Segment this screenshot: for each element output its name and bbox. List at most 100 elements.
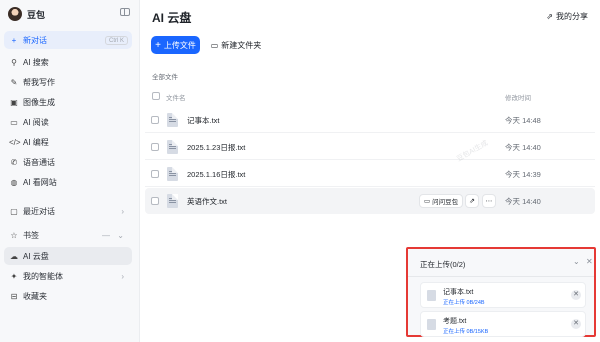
code-icon: </> [9, 137, 21, 147]
upload-file-button[interactable]: + 上传文件 [151, 36, 200, 54]
row-checkbox[interactable] [151, 116, 159, 124]
table-row[interactable]: 英语作文.txt ▭ 问问豆包 ⇗ ⋯ 今天 14:40 [145, 188, 595, 214]
new-chat-button[interactable]: + 新对话 Ctrl K [4, 31, 132, 49]
plus-icon: + [11, 35, 17, 45]
avatar [8, 7, 22, 21]
section-label: 全部文件 [152, 74, 178, 81]
page-title: AI 云盘 [152, 11, 192, 25]
sidebar-item-label: 书签 [23, 230, 39, 240]
sidebar-item-label: 我的智能体 [23, 271, 63, 281]
upload-file-label: 上传文件 [163, 40, 196, 50]
more-icon: ⋯ [485, 198, 493, 205]
row-checkbox[interactable] [151, 197, 159, 205]
search-icon: ⚲ [11, 57, 17, 67]
chat-icon: ▢ [10, 206, 18, 216]
cancel-upload-icon[interactable]: ✕ [571, 319, 581, 329]
sidebar-item-image-gen[interactable]: ▣ 图像生成 [4, 93, 132, 111]
table-row[interactable]: 2025.1.23日报.txt 今天 14:40 [145, 134, 595, 160]
ask-doubao-label: 问问豆包 [432, 199, 459, 206]
txt-file-icon [167, 113, 178, 127]
cancel-upload-icon[interactable]: ✕ [571, 290, 581, 300]
sidebar-item-writing[interactable]: ✎ 帮我写作 [4, 73, 132, 91]
phone-icon: ✆ [10, 157, 18, 167]
table-row[interactable]: 记事本.txt 今天 14:48 [145, 107, 595, 133]
txt-file-icon [167, 167, 178, 181]
chat-bubble-icon: ▭ [424, 198, 431, 205]
txt-file-icon [427, 319, 436, 330]
file-time: 今天 14:40 [505, 143, 541, 152]
upload-status: 正在上传 0B/24B [443, 300, 485, 306]
image-icon: ▣ [10, 97, 18, 107]
book-icon: ▭ [10, 117, 18, 127]
sidebar-item-browse-web[interactable]: ◍ AI 看网站 [4, 173, 132, 191]
file-name: 2025.1.23日报.txt [187, 143, 246, 152]
chevron-right-icon: › [121, 206, 124, 216]
favorites-icon: ⊟ [10, 291, 18, 301]
brand-name: 豆包 [27, 9, 46, 20]
share-icon: ⇗ [469, 198, 475, 205]
new-chat-label: 新对话 [23, 35, 47, 45]
txt-file-icon [167, 194, 178, 208]
cloud-icon: ☁ [10, 251, 18, 261]
column-header-modified[interactable]: 修改时间 [505, 92, 531, 102]
sidebar-item-recent-chats[interactable]: ▢ 最近对话 › [4, 202, 132, 220]
column-header-name[interactable]: 文件名 [166, 92, 186, 102]
share-icon: ⇗ [546, 12, 553, 21]
sparkle-icon: ✦ [10, 271, 18, 281]
upload-panel-header: 正在上传(0/2) ⌄ ✕ [408, 249, 594, 277]
upload-file-name: 记事本.txt [443, 289, 474, 296]
new-folder-label: 新建文件夹 [221, 40, 262, 50]
upload-item: 记事本.txt 正在上传 0B/24B ✕ [420, 282, 586, 308]
table-row[interactable]: 2025.1.16日报.txt 今天 14:39 [145, 161, 595, 187]
sidebar-collapse-icon[interactable] [120, 8, 130, 16]
txt-file-icon [427, 290, 436, 301]
row-checkbox[interactable] [151, 143, 159, 151]
my-shares-label: 我的分享 [556, 12, 588, 21]
sidebar-item-label: 最近对话 [23, 206, 55, 216]
sidebar: 豆包 + 新对话 Ctrl K ⚲ AI 搜索 ✎ 帮我写作 ▣ 图像生成 ▭ … [0, 0, 140, 342]
sidebar-item-ai-search[interactable]: ⚲ AI 搜索 [4, 53, 132, 71]
ask-doubao-button[interactable]: ▭ 问问豆包 [419, 194, 464, 208]
sidebar-item-ai-reading[interactable]: ▭ AI 阅读 [4, 113, 132, 131]
sidebar-item-ai-coding[interactable]: </> AI 编程 [4, 133, 132, 151]
sidebar-item-label: AI 阅读 [23, 117, 49, 127]
brand[interactable]: 豆包 [8, 6, 45, 22]
sidebar-item-label: 帮我写作 [23, 77, 55, 87]
pen-icon: ✎ [10, 77, 18, 87]
sidebar-item-ai-cloud[interactable]: ☁ AI 云盘 [4, 247, 132, 265]
dash-icon: — [102, 230, 110, 240]
file-name: 2025.1.16日报.txt [187, 170, 246, 179]
shortcut-badge: Ctrl K [105, 35, 128, 45]
sidebar-item-bookmarks[interactable]: ☆ 书签 — ⌄ [4, 226, 132, 244]
star-icon: ☆ [10, 230, 18, 240]
file-name: 记事本.txt [187, 116, 220, 125]
close-icon[interactable]: ✕ [586, 257, 593, 266]
sidebar-item-favorites[interactable]: ⊟ 收藏夹 [4, 287, 132, 305]
file-name: 英语作文.txt [187, 197, 228, 206]
new-folder-button[interactable]: ▭ 新建文件夹 [207, 36, 265, 54]
my-shares-link[interactable]: ⇗ 我的分享 [546, 11, 588, 22]
upload-item: 考题.txt 正在上传 0B/15KB ✕ [420, 311, 586, 337]
sidebar-item-voice-call[interactable]: ✆ 语音通话 [4, 153, 132, 171]
share-row-button[interactable]: ⇗ [465, 194, 479, 208]
txt-file-icon [167, 140, 178, 154]
upload-panel-title: 正在上传(0/2) [420, 260, 466, 269]
chevron-down-icon[interactable]: ⌄ [573, 257, 580, 266]
upload-status: 正在上传 0B/15KB [443, 329, 489, 335]
sidebar-item-label: AI 搜索 [23, 57, 49, 67]
plus-icon: + [155, 39, 161, 51]
sidebar-item-my-agents[interactable]: ✦ 我的智能体 › [4, 267, 132, 285]
more-options-button[interactable]: ⋯ [482, 194, 496, 208]
sidebar-item-label: 收藏夹 [23, 291, 47, 301]
sidebar-item-label: AI 云盘 [23, 251, 49, 261]
upload-progress-panel: 正在上传(0/2) ⌄ ✕ 记事本.txt 正在上传 0B/24B ✕ 考题.t… [406, 247, 596, 337]
sidebar-item-label: AI 看网站 [23, 177, 57, 187]
sidebar-item-label: AI 编程 [23, 137, 49, 147]
row-checkbox[interactable] [151, 170, 159, 178]
chevron-right-icon: › [121, 271, 124, 281]
folder-plus-icon: ▭ [210, 40, 219, 50]
select-all-checkbox[interactable] [152, 92, 160, 100]
chevron-down-icon[interactable]: ⌄ [117, 231, 124, 240]
file-time: 今天 14:40 [505, 197, 541, 206]
file-time: 今天 14:48 [505, 116, 541, 125]
